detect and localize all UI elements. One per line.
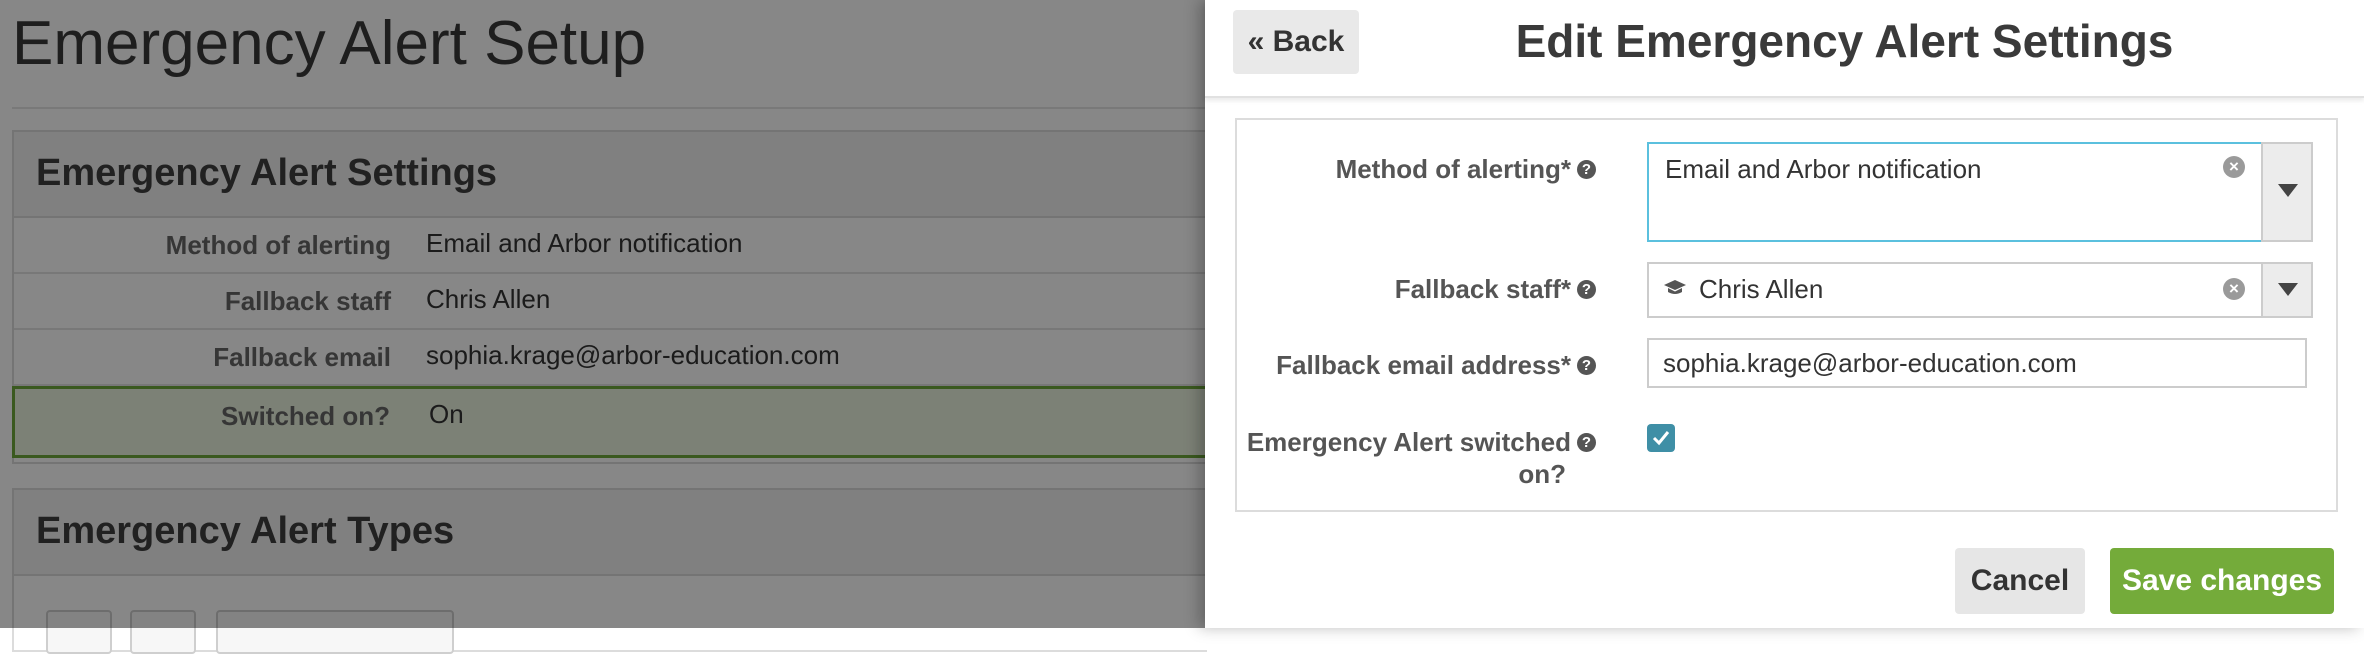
switched-on-checkbox[interactable] — [1647, 424, 1675, 452]
settings-form: Method of alerting*? Email and Arbor not… — [1235, 118, 2338, 512]
help-icon[interactable]: ? — [1577, 159, 1596, 179]
modal-overlay[interactable] — [0, 0, 1205, 628]
fallback-staff-selected-value: Chris Allen — [1699, 274, 1824, 304]
fallback-staff-dropdown-button[interactable] — [2261, 262, 2313, 318]
fallback-staff-select[interactable]: Chris Allen × — [1647, 262, 2265, 318]
help-icon[interactable]: ? — [1577, 279, 1596, 299]
switched-on-label: Emergency Alert switched? on? — [1247, 426, 1596, 490]
method-dropdown-button[interactable] — [2261, 142, 2313, 242]
fallback-staff-label-text: Fallback staff* — [1394, 274, 1571, 304]
fallback-email-label: Fallback email address*? — [1276, 350, 1596, 381]
fallback-staff-label: Fallback staff*? — [1395, 274, 1596, 305]
cancel-button[interactable]: Cancel — [1955, 548, 2085, 614]
fallback-email-input[interactable] — [1647, 338, 2307, 388]
save-changes-button[interactable]: Save changes — [2110, 548, 2334, 614]
edit-settings-sheet: « Back Edit Emergency Alert Settings Met… — [1205, 0, 2364, 628]
back-button[interactable]: « Back — [1233, 10, 1359, 74]
checkmark-icon — [1652, 431, 1670, 446]
method-select[interactable]: Email and Arbor notification × — [1647, 142, 2265, 242]
fallback-email-label-text: Fallback email address* — [1276, 350, 1571, 380]
sheet-header: « Back Edit Emergency Alert Settings — [1205, 0, 2364, 98]
help-icon[interactable]: ? — [1577, 355, 1596, 375]
chevron-down-icon — [2278, 283, 2298, 296]
graduation-cap-icon — [1663, 278, 1687, 303]
chevron-down-icon — [2278, 184, 2298, 197]
method-label: Method of alerting*? — [1336, 154, 1596, 185]
method-label-text: Method of alerting* — [1335, 154, 1571, 184]
switched-on-label-line1: Emergency Alert switched — [1246, 427, 1571, 457]
clear-icon[interactable]: × — [2223, 278, 2245, 300]
method-selected-value: Email and Arbor notification — [1665, 154, 1982, 184]
sheet-title: Edit Emergency Alert Settings — [1515, 15, 2174, 67]
switched-on-label-line2: on? — [1518, 459, 1566, 489]
clear-icon[interactable]: × — [2223, 156, 2245, 178]
help-icon[interactable]: ? — [1577, 432, 1596, 452]
